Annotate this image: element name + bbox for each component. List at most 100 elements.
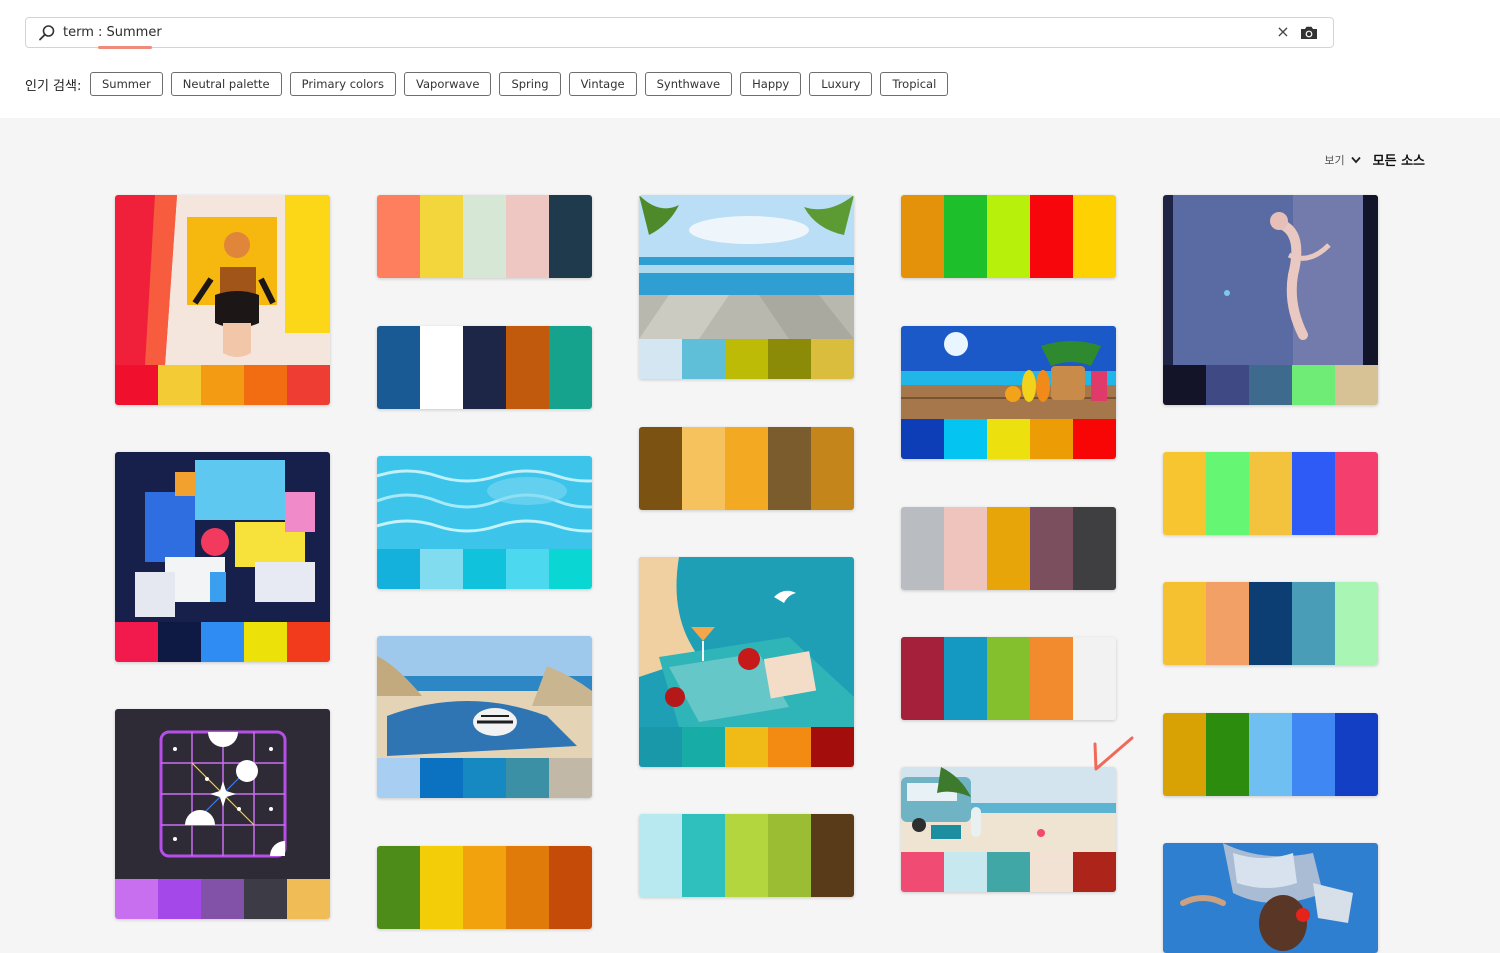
color-swatch[interactable]	[901, 419, 944, 459]
color-swatch[interactable]	[287, 879, 330, 919]
color-swatch[interactable]	[1292, 365, 1335, 405]
color-swatch[interactable]	[987, 507, 1030, 590]
color-swatch[interactable]	[768, 427, 811, 510]
color-swatch[interactable]	[463, 195, 506, 278]
color-swatch[interactable]	[420, 195, 463, 278]
color-swatch[interactable]	[1163, 582, 1206, 665]
theme-card-palette-coral[interactable]	[377, 195, 592, 278]
color-swatch[interactable]	[1335, 365, 1378, 405]
color-swatch[interactable]	[1249, 713, 1292, 796]
color-swatch[interactable]	[377, 758, 420, 798]
chevron-down-icon[interactable]	[1350, 156, 1361, 164]
color-swatch[interactable]	[158, 365, 201, 405]
color-swatch[interactable]	[901, 195, 944, 278]
color-swatch[interactable]	[377, 326, 420, 409]
color-swatch[interactable]	[1249, 365, 1292, 405]
color-swatch[interactable]	[1073, 852, 1116, 892]
color-swatch[interactable]	[377, 549, 420, 589]
color-swatch[interactable]	[768, 727, 811, 767]
color-swatch[interactable]	[115, 879, 158, 919]
color-swatch[interactable]	[1163, 713, 1206, 796]
color-swatch[interactable]	[1073, 419, 1116, 459]
color-swatch[interactable]	[463, 846, 506, 929]
color-swatch[interactable]	[1335, 582, 1378, 665]
color-swatch[interactable]	[420, 326, 463, 409]
color-swatch[interactable]	[549, 326, 592, 409]
color-swatch[interactable]	[1206, 713, 1249, 796]
chip-primary-colors[interactable]: Primary colors	[289, 72, 397, 96]
clear-search-button[interactable]: ×	[1273, 22, 1293, 42]
camera-icon[interactable]	[1299, 24, 1319, 42]
color-swatch[interactable]	[420, 846, 463, 929]
theme-card-fashion-sky[interactable]	[1163, 843, 1378, 953]
color-swatch[interactable]	[682, 727, 725, 767]
color-swatch[interactable]	[682, 814, 725, 897]
color-swatch[interactable]	[115, 622, 158, 662]
color-swatch[interactable]	[811, 727, 854, 767]
color-swatch[interactable]	[768, 814, 811, 897]
color-swatch[interactable]	[1292, 582, 1335, 665]
theme-card-pool-water[interactable]	[377, 456, 592, 589]
color-swatch[interactable]	[506, 326, 549, 409]
color-swatch[interactable]	[639, 814, 682, 897]
color-swatch[interactable]	[1249, 582, 1292, 665]
color-swatch[interactable]	[1030, 419, 1073, 459]
theme-card-palette-navy[interactable]	[377, 326, 592, 409]
chip-vintage[interactable]: Vintage	[568, 72, 637, 96]
chip-luxury[interactable]: Luxury	[809, 72, 873, 96]
color-swatch[interactable]	[1206, 582, 1249, 665]
color-swatch[interactable]	[1030, 852, 1073, 892]
color-swatch[interactable]	[987, 195, 1030, 278]
theme-card-beach-flipflops[interactable]	[901, 326, 1116, 459]
source-filter[interactable]: 모든 소스	[1373, 150, 1425, 169]
color-swatch[interactable]	[639, 727, 682, 767]
color-swatch[interactable]	[1163, 452, 1206, 535]
color-swatch[interactable]	[420, 549, 463, 589]
color-swatch[interactable]	[1030, 507, 1073, 590]
theme-card-vintage-van[interactable]	[901, 767, 1116, 892]
color-swatch[interactable]	[1163, 365, 1206, 405]
theme-card-cocktail-picnic[interactable]	[639, 557, 854, 767]
chip-spring[interactable]: Spring	[499, 72, 561, 96]
color-swatch[interactable]	[901, 637, 944, 720]
color-swatch[interactable]	[549, 846, 592, 929]
color-swatch[interactable]	[463, 549, 506, 589]
color-swatch[interactable]	[901, 507, 944, 590]
theme-card-palette-bright[interactable]	[901, 195, 1116, 278]
chip-tropical[interactable]: Tropical	[880, 72, 949, 96]
color-swatch[interactable]	[244, 622, 287, 662]
theme-card-palette-autumn[interactable]	[377, 846, 592, 929]
theme-card-palette-muted[interactable]	[901, 507, 1116, 590]
chip-summer[interactable]: Summer	[90, 72, 163, 96]
color-swatch[interactable]	[944, 419, 987, 459]
color-swatch[interactable]	[420, 758, 463, 798]
chip-vaporwave[interactable]: Vaporwave	[404, 72, 492, 96]
color-swatch[interactable]	[811, 427, 854, 510]
color-swatch[interactable]	[725, 727, 768, 767]
theme-card-woman-yellow-frame[interactable]	[115, 195, 330, 405]
theme-card-palette-crimson[interactable]	[901, 637, 1116, 720]
theme-card-palette-brown[interactable]	[639, 427, 854, 510]
color-swatch[interactable]	[506, 846, 549, 929]
color-swatch[interactable]	[1292, 452, 1335, 535]
color-swatch[interactable]	[158, 622, 201, 662]
color-swatch[interactable]	[639, 427, 682, 510]
color-swatch[interactable]	[811, 814, 854, 897]
color-swatch[interactable]	[244, 365, 287, 405]
color-swatch[interactable]	[1073, 507, 1116, 590]
color-swatch[interactable]	[201, 622, 244, 662]
color-swatch[interactable]	[158, 879, 201, 919]
search-bar[interactable]: term : Summer ×	[25, 17, 1334, 49]
color-swatch[interactable]	[549, 195, 592, 278]
color-swatch[interactable]	[901, 852, 944, 892]
color-swatch[interactable]	[944, 195, 987, 278]
color-swatch[interactable]	[506, 758, 549, 798]
color-swatch[interactable]	[811, 339, 854, 379]
color-swatch[interactable]	[944, 852, 987, 892]
color-swatch[interactable]	[549, 549, 592, 589]
color-swatch[interactable]	[987, 852, 1030, 892]
color-swatch[interactable]	[201, 879, 244, 919]
color-swatch[interactable]	[944, 637, 987, 720]
color-swatch[interactable]	[1206, 452, 1249, 535]
color-swatch[interactable]	[463, 326, 506, 409]
